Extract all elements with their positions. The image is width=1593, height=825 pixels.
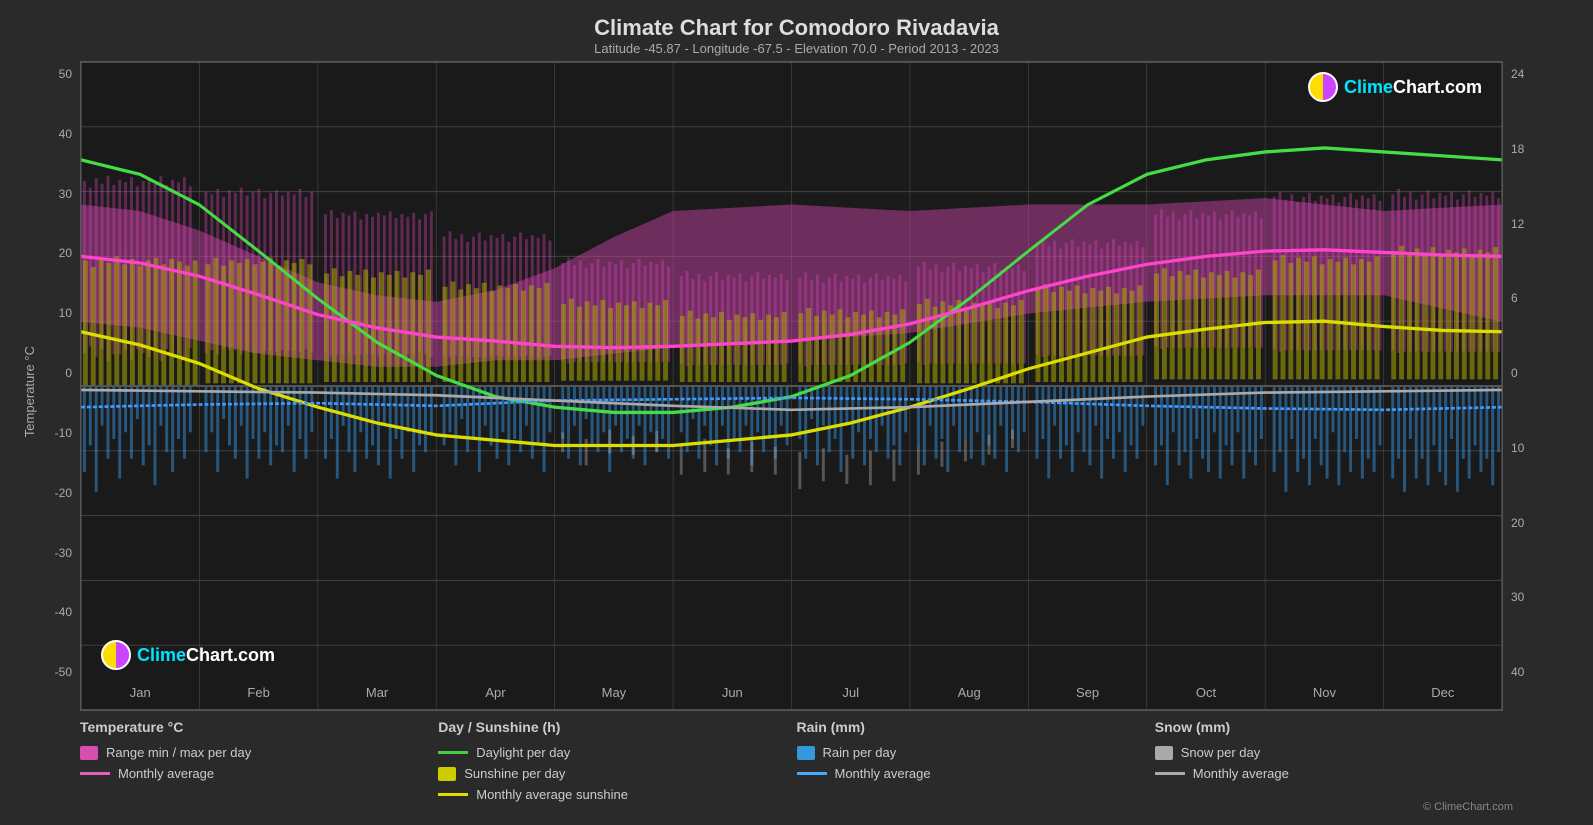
y-axis-left: Temperature °C 50 40 30 20 10 0 -10 -20 …: [20, 61, 80, 711]
tick-n50: -50: [55, 664, 72, 681]
tick-n30: -30: [55, 545, 72, 562]
legend-item-daylight: Daylight per day: [438, 745, 796, 760]
legend-col-temp: Temperature °C Range min / max per day M…: [80, 719, 438, 815]
legend-item-sunshine-avg: Monthly average sunshine: [438, 787, 796, 802]
tick-n20: -20: [55, 485, 72, 502]
legend-col-rain: Rain (mm) Rain per day Monthly average: [797, 719, 1155, 815]
legend-col-snow: Snow (mm) Snow per day Monthly average ©…: [1155, 719, 1513, 815]
x-label-aug: Aug: [910, 685, 1028, 700]
tick-18h: 18: [1511, 141, 1524, 158]
x-label-nov: Nov: [1265, 685, 1383, 700]
legend-swatch-rain: [797, 746, 815, 760]
x-label-oct: Oct: [1147, 685, 1265, 700]
legend-label-temp-avg: Monthly average: [118, 766, 214, 781]
legend-label-rain-avg: Monthly average: [835, 766, 931, 781]
chart-svg: [81, 62, 1502, 710]
legend-item-temp-avg: Monthly average: [80, 766, 438, 781]
logo-bottomleft: ClimeChart.com: [101, 640, 275, 670]
legend-item-rain-avg: Monthly average: [797, 766, 1155, 781]
legend-line-snow-avg: [1155, 772, 1185, 775]
x-label-feb: Feb: [199, 685, 317, 700]
legend-title-temp: Temperature °C: [80, 719, 438, 735]
x-label-sep: Sep: [1028, 685, 1146, 700]
legend-swatch-temp-range: [80, 746, 98, 760]
tick-10mm: 10: [1511, 440, 1524, 457]
tick-10: 10: [59, 305, 72, 322]
tick-30mm: 30: [1511, 589, 1524, 606]
x-axis: Jan Feb Mar Apr May Jun Jul Aug Sep Oct …: [81, 680, 1502, 710]
logo-text-left: ClimeChart.com: [137, 645, 275, 666]
legend-line-temp-avg: [80, 772, 110, 775]
legend-label-snow-avg: Monthly average: [1193, 766, 1289, 781]
legend-title-rain: Rain (mm): [797, 719, 1155, 735]
chart-title: Climate Chart for Comodoro Rivadavia: [20, 15, 1573, 41]
x-label-apr: Apr: [436, 685, 554, 700]
legend-title-sunshine: Day / Sunshine (h): [438, 719, 796, 735]
x-label-jan: Jan: [81, 685, 199, 700]
legend-label-temp-range: Range min / max per day: [106, 745, 251, 760]
main-container: Climate Chart for Comodoro Rivadavia Lat…: [0, 0, 1593, 825]
legend-item-temp-range: Range min / max per day: [80, 745, 438, 760]
logo-text-right: ClimeChart.com: [1344, 77, 1482, 98]
y-axis-right: 24 18 12 6 0 10 20 30 40 Day / Sunshine …: [1503, 61, 1573, 711]
logo-circle-left: [101, 640, 131, 670]
legend-item-snow-day: Snow per day: [1155, 745, 1513, 760]
tick-6h: 6: [1511, 290, 1518, 307]
legend-line-sunshine-avg: [438, 793, 468, 796]
legend-item-sunshine-day: Sunshine per day: [438, 766, 796, 781]
watermark-text: © ClimeChart.com: [1423, 801, 1513, 813]
legend-swatch-sunshine: [438, 767, 456, 781]
legend-label-rain-day: Rain per day: [823, 745, 897, 760]
tick-0: 0: [65, 365, 72, 382]
x-label-jun: Jun: [673, 685, 791, 700]
x-label-mar: Mar: [318, 685, 436, 700]
legend-line-daylight: [438, 751, 468, 754]
x-label-dec: Dec: [1384, 685, 1502, 700]
tick-50: 50: [59, 66, 72, 83]
tick-24h: 24: [1511, 66, 1524, 83]
logo-circle-right: [1308, 72, 1338, 102]
x-label-may: May: [555, 685, 673, 700]
tick-40: 40: [59, 126, 72, 143]
watermark: © ClimeChart.com: [1155, 787, 1513, 815]
legend-item-rain-day: Rain per day: [797, 745, 1155, 760]
chart-plot: ClimeChart.com ClimeChart.com: [80, 61, 1503, 711]
tick-n40: -40: [55, 604, 72, 621]
legend-item-snow-avg: Monthly average: [1155, 766, 1513, 781]
legend-label-snow-day: Snow per day: [1181, 745, 1261, 760]
tick-40mm: 40: [1511, 664, 1524, 681]
legend-area: Temperature °C Range min / max per day M…: [20, 711, 1573, 815]
legend-label-sunshine-avg: Monthly average sunshine: [476, 787, 628, 802]
legend-label-daylight: Daylight per day: [476, 745, 570, 760]
tick-30: 30: [59, 186, 72, 203]
tick-20: 20: [59, 245, 72, 262]
chart-area: Temperature °C 50 40 30 20 10 0 -10 -20 …: [20, 61, 1573, 711]
logo-topright: ClimeChart.com: [1308, 72, 1482, 102]
y-axis-left-label: Temperature °C: [22, 346, 37, 437]
legend-title-snow: Snow (mm): [1155, 719, 1513, 735]
tick-20mm: 20: [1511, 515, 1524, 532]
chart-subtitle: Latitude -45.87 - Longitude -67.5 - Elev…: [20, 41, 1573, 56]
legend-swatch-snow: [1155, 746, 1173, 760]
x-label-jul: Jul: [792, 685, 910, 700]
legend-line-rain-avg: [797, 772, 827, 775]
tick-n10: -10: [55, 425, 72, 442]
tick-0h: 0: [1511, 365, 1518, 382]
tick-12h: 12: [1511, 216, 1524, 233]
legend-label-sunshine-day: Sunshine per day: [464, 766, 565, 781]
legend-col-sunshine: Day / Sunshine (h) Daylight per day Suns…: [438, 719, 796, 815]
